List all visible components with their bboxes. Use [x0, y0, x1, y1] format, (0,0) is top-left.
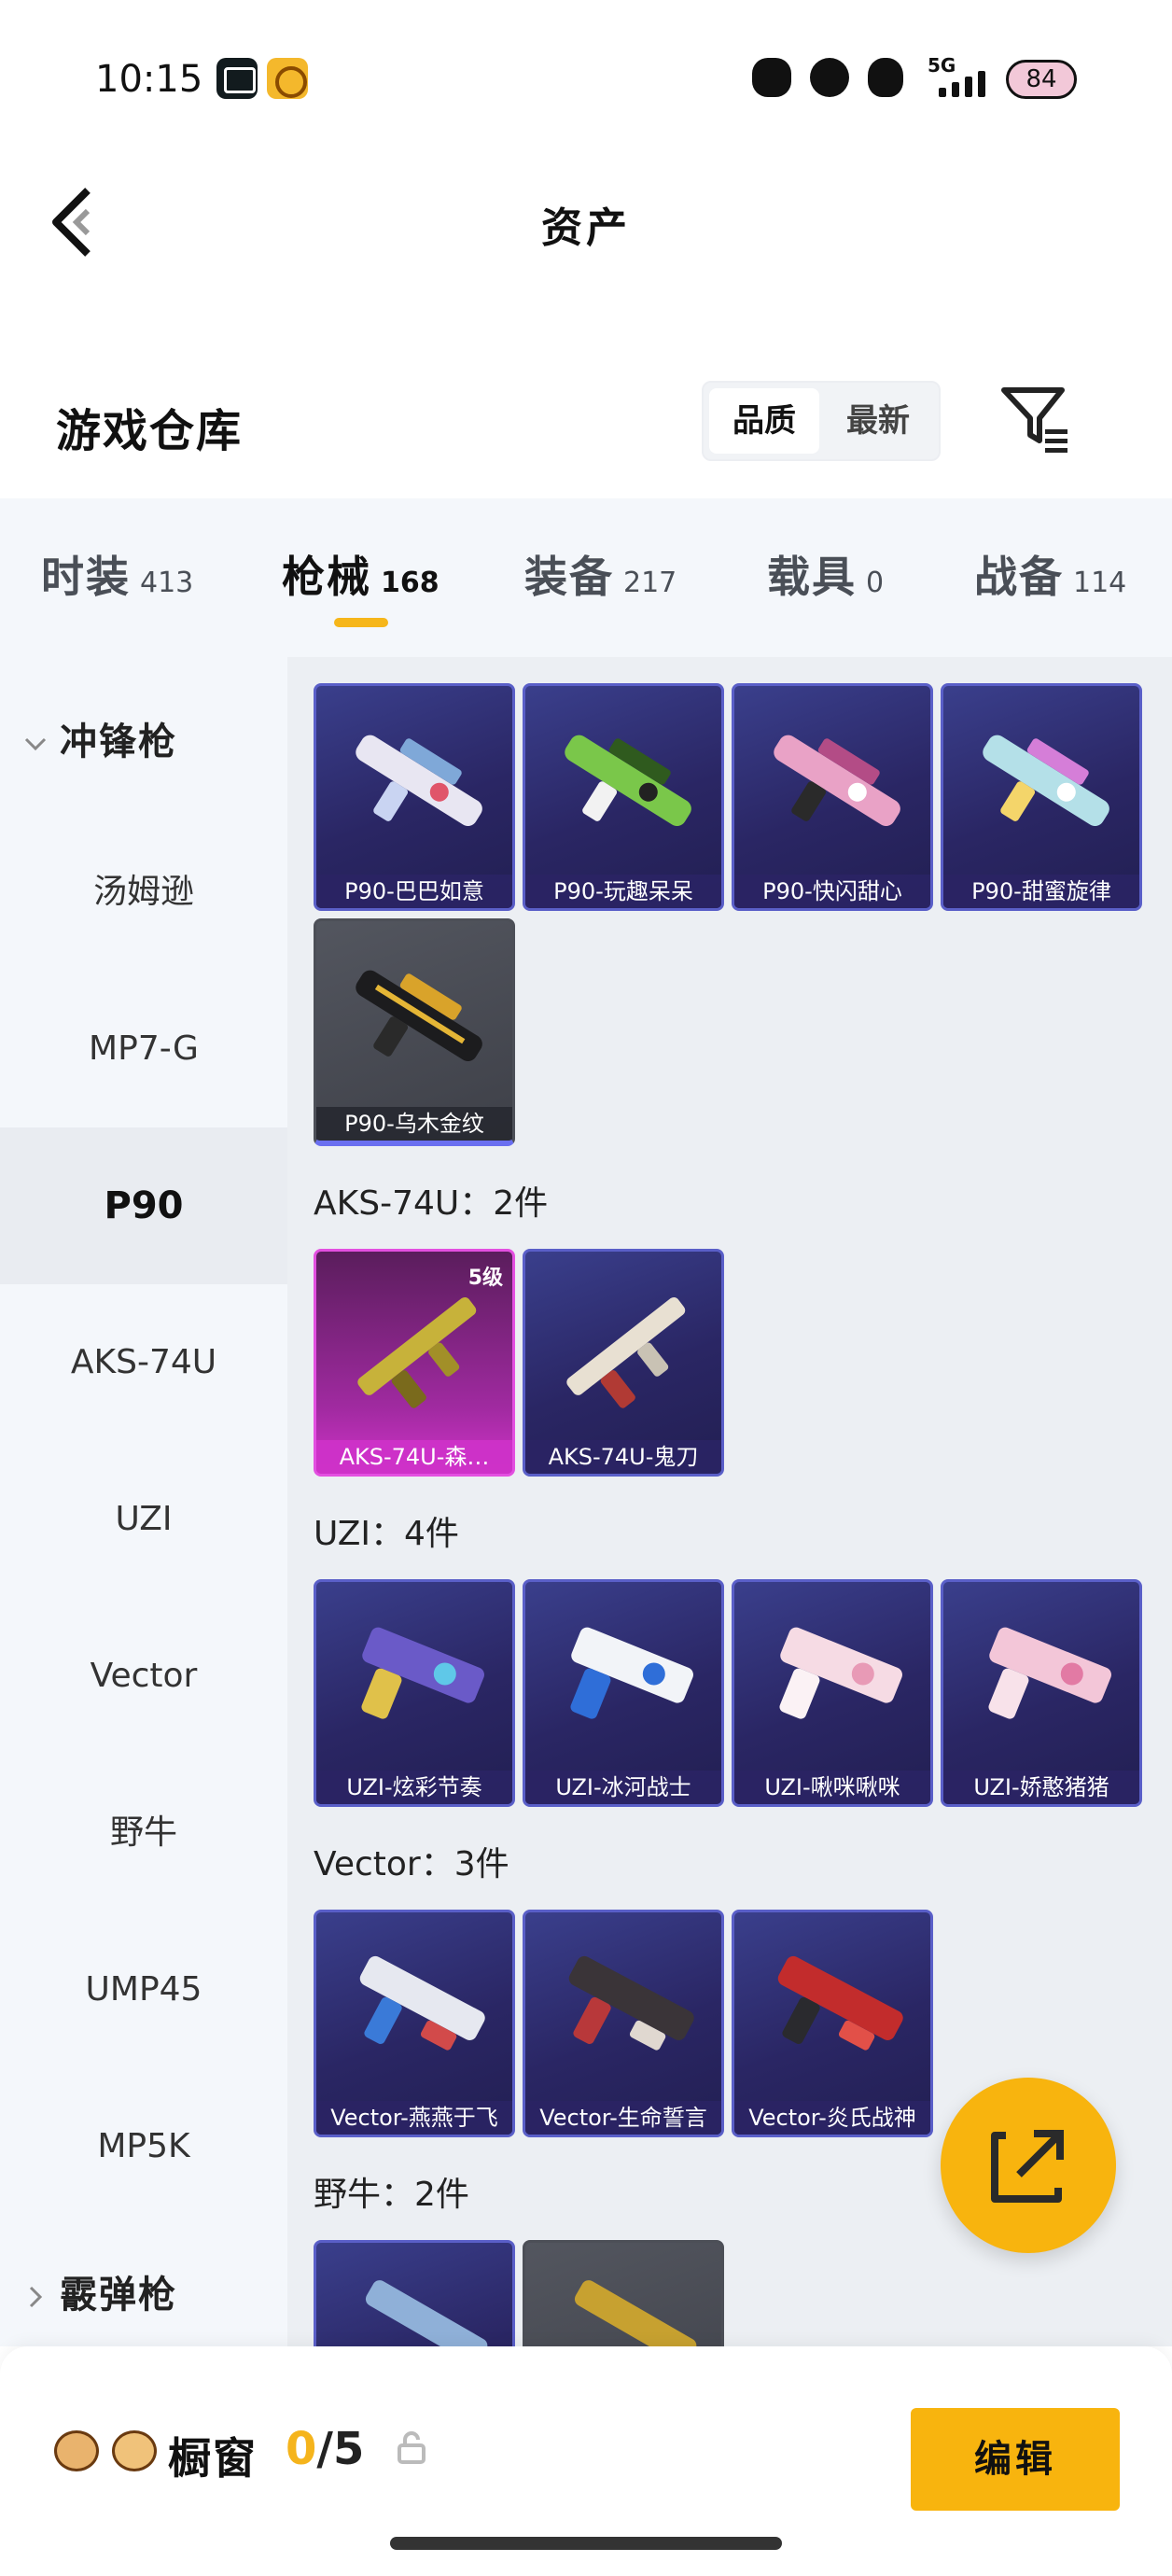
- sidebar-item-bizon[interactable]: 野牛: [0, 1755, 287, 1911]
- weapon-skin-image: [356, 735, 482, 826]
- weapon-card[interactable]: Vector-炎氏战神: [732, 1910, 933, 2137]
- sidebar-item-aks74u[interactable]: AKS-74U: [0, 1284, 287, 1441]
- sidebar-item-mp7g[interactable]: MP7-G: [0, 971, 287, 1127]
- weapon-card[interactable]: [523, 2240, 724, 2346]
- weapon-skin-image: [774, 735, 900, 826]
- sidebar-item-vector[interactable]: Vector: [0, 1598, 287, 1755]
- weapon-name: P90-快闪甜心: [734, 875, 930, 908]
- weapon-card[interactable]: [314, 2240, 515, 2346]
- sort-toggle: 品质 最新: [702, 381, 941, 461]
- battery-icon: 84: [1006, 60, 1077, 99]
- warehouse-title: 游戏仓库: [56, 405, 244, 457]
- weapon-skin-image: [574, 2280, 697, 2346]
- weapon-type-sidebar: 冲锋枪 汤姆逊 MP7-G P90 AKS-74U UZI Vector 野牛 …: [0, 657, 287, 2346]
- tab-supplies[interactable]: 战备 114: [974, 543, 1126, 605]
- weapon-skin-image: [365, 2280, 488, 2346]
- weapon-skin-image: [568, 1955, 694, 2051]
- sidebar-item-mp5k[interactable]: MP5K: [0, 2068, 287, 2225]
- weapon-skin-image: [988, 1627, 1111, 1719]
- weapon-skin-image: [779, 1627, 902, 1719]
- showcase-count: 0/5: [286, 2423, 365, 2475]
- weapon-name: UZI-娇憨猪猪: [943, 1771, 1139, 1804]
- flower-status-icon: [752, 58, 791, 97]
- sidebar-group-shotgun[interactable]: 霰弹枪: [22, 2264, 177, 2318]
- weapon-skin-image: [777, 1955, 903, 2051]
- share-button[interactable]: [941, 2078, 1116, 2253]
- section-title: AKS-74U：2件: [314, 1184, 549, 1223]
- weapon-card[interactable]: Vector-燕燕于飞: [314, 1910, 515, 2137]
- weapon-card[interactable]: P90-玩趣呆呆: [523, 683, 724, 911]
- weapon-card[interactable]: AKS-74U-鬼刀: [523, 1249, 724, 1477]
- section-title: 野牛：2件: [314, 2176, 469, 2214]
- signal-icon: 5G: [920, 54, 995, 101]
- weapon-name: P90-玩趣呆呆: [525, 875, 721, 908]
- app-notification-icon: [267, 58, 308, 99]
- weapon-card[interactable]: P90-快闪甜心: [732, 683, 933, 911]
- weapon-card[interactable]: Vector-生命誓言: [523, 1910, 724, 2137]
- filter-button[interactable]: [998, 381, 1073, 455]
- weapon-card[interactable]: P90-甜蜜旋律: [941, 683, 1142, 911]
- lock-icon: [396, 2430, 427, 2466]
- filter-icon: [1001, 387, 1067, 453]
- sidebar-item-thompson[interactable]: 汤姆逊: [0, 814, 287, 971]
- weapon-card[interactable]: P90-巴巴如意: [314, 683, 515, 911]
- weapon-card[interactable]: UZI-娇憨猪猪: [941, 1579, 1142, 1807]
- weapon-skin-image: [570, 1627, 693, 1719]
- tab-guns[interactable]: 枪械 168: [282, 543, 440, 605]
- share-icon: [991, 2130, 1064, 2203]
- weapon-name: P90-乌木金纹: [316, 1107, 512, 1141]
- weapon-name: P90-巴巴如意: [316, 875, 512, 908]
- category-tabs: 时装 413 枪械 168 装备 217 载具 0 战备 114: [0, 498, 1172, 657]
- weapon-skin-image: [359, 1955, 485, 2051]
- weapon-name: Vector-炎氏战神: [734, 2101, 930, 2135]
- weapon-name: AKS-74U-鬼刀: [525, 1440, 721, 1474]
- active-tab-indicator: [334, 618, 388, 627]
- showcase-label: 橱窗: [168, 2433, 258, 2484]
- weapon-card[interactable]: UZI-啾咪啾咪: [732, 1579, 933, 1807]
- edit-button[interactable]: 编辑: [911, 2408, 1120, 2511]
- sidebar-group-smg[interactable]: 冲锋枪: [22, 711, 177, 765]
- chevron-down-icon: [24, 737, 47, 751]
- weapon-name: AKS-74U-森…: [316, 1440, 512, 1474]
- weapon-card[interactable]: UZI-炫彩节奏: [314, 1579, 515, 1807]
- bear-status-icon: [810, 58, 849, 97]
- network-type: 5G: [928, 54, 956, 77]
- home-indicator[interactable]: [390, 2537, 782, 2550]
- weapon-skin-image: [361, 1627, 484, 1719]
- status-bar: 10:15 5G 84: [0, 0, 1172, 140]
- weapon-skin-image: [356, 970, 482, 1061]
- weapon-name: UZI-冰河战士: [525, 1771, 721, 1804]
- tab-fashion[interactable]: 时装 413: [41, 543, 193, 605]
- bear-avatar-icon: [54, 2430, 99, 2471]
- sidebar-item-ump45[interactable]: UMP45: [0, 1911, 287, 2068]
- sort-quality-button[interactable]: 品质: [709, 388, 819, 454]
- sort-newest-button[interactable]: 最新: [823, 388, 933, 454]
- paw-status-icon: [868, 58, 903, 97]
- paw-avatar-icon: [112, 2430, 157, 2471]
- page-title: 资产: [541, 204, 631, 252]
- tab-equipment[interactable]: 装备 217: [524, 543, 677, 605]
- weapon-name: Vector-燕燕于飞: [316, 2101, 512, 2135]
- section-title: UZI：4件: [314, 1515, 459, 1553]
- tab-vehicles[interactable]: 载具 0: [767, 543, 884, 605]
- weapon-card[interactable]: P90-乌木金纹: [314, 918, 515, 1146]
- sidebar-item-uzi[interactable]: UZI: [0, 1441, 287, 1598]
- weapon-name: UZI-炫彩节奏: [316, 1771, 512, 1804]
- weapon-skin-image: [357, 1297, 477, 1408]
- weapon-skin-image: [566, 1297, 686, 1408]
- weapon-name: UZI-啾咪啾咪: [734, 1771, 930, 1804]
- section-title: Vector：3件: [314, 1845, 509, 1883]
- weapon-skin-image: [565, 735, 691, 826]
- weapon-card[interactable]: UZI-冰河战士: [523, 1579, 724, 1807]
- status-time: 10:15: [95, 58, 203, 101]
- weapon-skin-image: [983, 735, 1109, 826]
- weapon-name: P90-甜蜜旋律: [943, 875, 1139, 908]
- weapon-name: Vector-生命誓言: [525, 2101, 721, 2135]
- sidebar-item-p90[interactable]: P90: [0, 1127, 287, 1284]
- app-notification-icon: [216, 58, 258, 99]
- weapon-card[interactable]: 5级 AKS-74U-森…: [314, 1249, 515, 1477]
- chevron-right-icon: [29, 2286, 43, 2308]
